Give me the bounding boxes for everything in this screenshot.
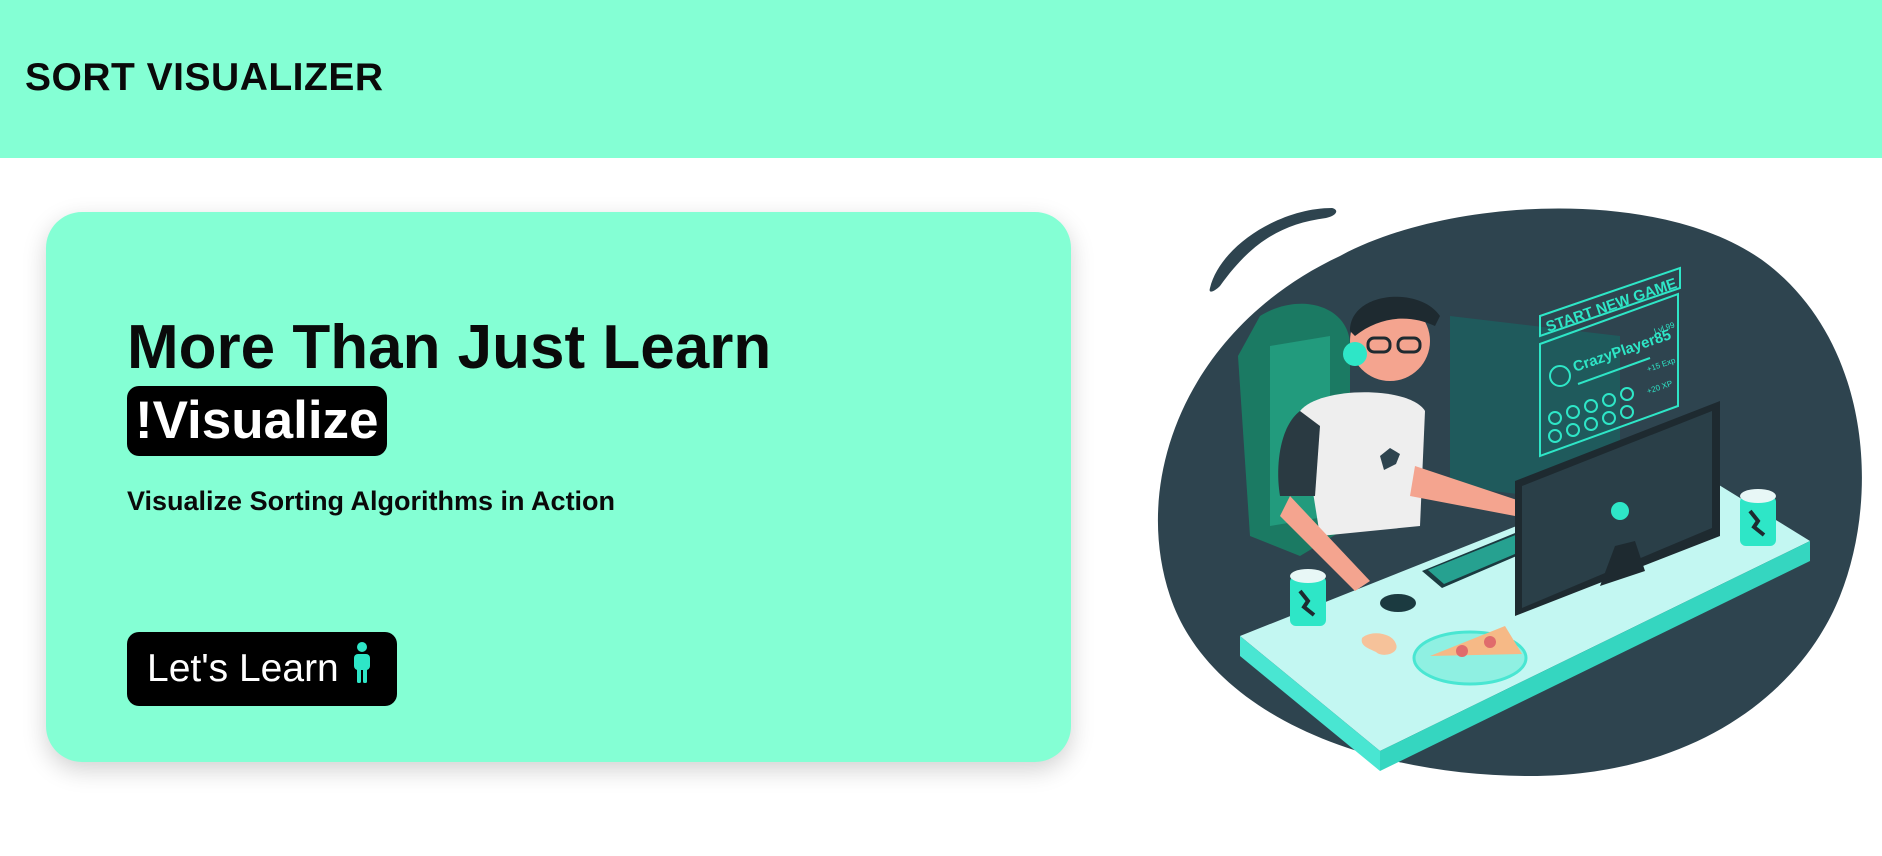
- hero-subtitle: Visualize Sorting Algorithms in Action: [127, 486, 616, 516]
- energy-can-left: [1290, 569, 1326, 626]
- lets-learn-label: Let's Learn: [147, 647, 339, 690]
- person-standing-icon: [353, 642, 370, 683]
- top-navbar: SORT VISUALIZER: [0, 0, 1882, 158]
- energy-can-right: [1740, 489, 1776, 546]
- hero-title: More Than Just Learn: [127, 313, 772, 382]
- hero-highlight: !Visualize: [127, 386, 387, 456]
- hero-card: More Than Just Learn !Visualize Visualiz…: [46, 212, 1071, 762]
- lets-learn-button[interactable]: Let's Learn: [127, 632, 397, 706]
- person-torso: [1300, 392, 1425, 536]
- mouse: [1380, 594, 1416, 612]
- gamer-illustration: START NEW GAME CrazyPlayer85 Lvl 99 +15 …: [1157, 208, 1862, 776]
- brand-title[interactable]: SORT VISUALIZER: [25, 56, 384, 100]
